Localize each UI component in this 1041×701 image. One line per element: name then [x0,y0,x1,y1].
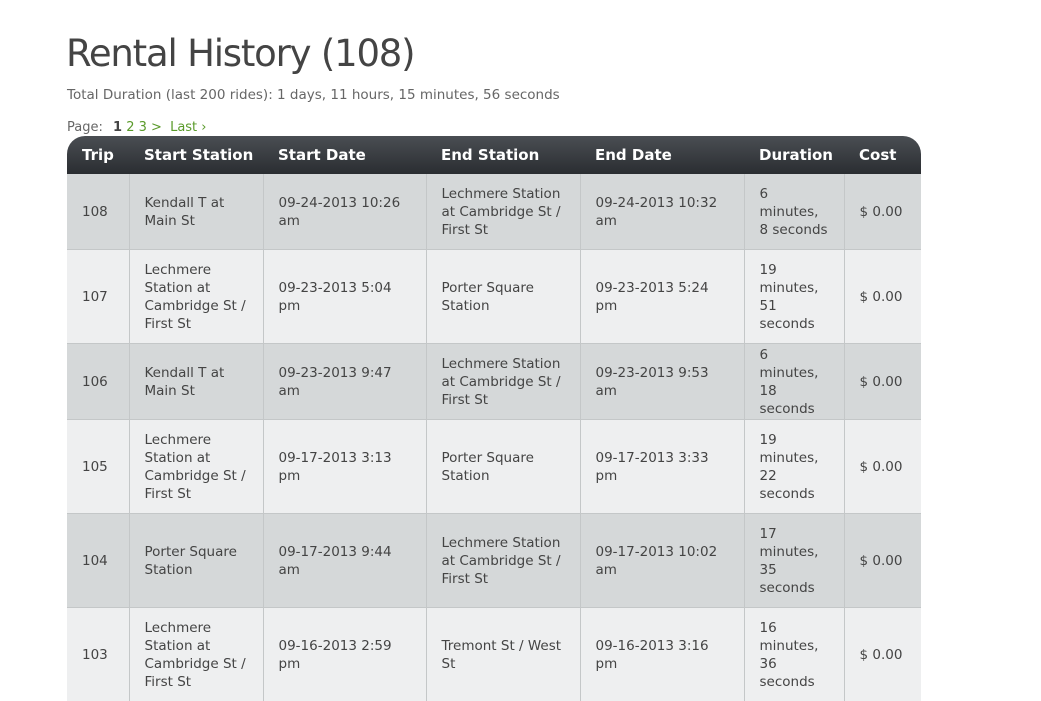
duration-cell: 19 minutes, 51 seconds [743,249,844,344]
duration-cell: 19 minutes, 22 seconds [743,419,844,514]
trip-cell: 105 [67,419,129,514]
start-date-cell: 09-17-2013 3:13 pm [262,419,426,514]
trip-cell: 108 [67,174,129,250]
column-header-trip: Trip [67,136,129,174]
cost-cell: $ 0.00 [843,343,921,420]
start-station-cell: Porter Square Station [128,513,263,608]
end-date-cell: 09-17-2013 3:33 pm [579,419,744,514]
table-row: 103 Lechmere Station at Cambridge St / F… [67,607,921,701]
end-station-cell: Lechmere Station at Cambridge St / First… [425,343,580,420]
column-header-start-date: Start Date [263,136,426,174]
cost-cell: $ 0.00 [843,513,921,608]
pagination-page-3[interactable]: 3 [139,120,147,135]
pagination: Page: 1 2 3 > Last › [67,120,207,135]
rental-history-page: Rental History (108) Total Duration (las… [0,0,1041,701]
end-station-cell: Porter Square Station [425,249,580,344]
start-date-cell: 09-23-2013 5:04 pm [262,249,426,344]
start-station-cell: Kendall T at Main St [128,343,263,420]
end-station-cell: Lechmere Station at Cambridge St / First… [425,513,580,608]
pagination-label: Page: [67,120,103,135]
trip-cell: 103 [67,607,129,701]
start-date-cell: 09-23-2013 9:47 am [262,343,426,420]
start-station-cell: Lechmere Station at Cambridge St / First… [128,607,263,701]
end-date-cell: 09-16-2013 3:16 pm [579,607,744,701]
table-header-row: Trip Start Station Start Date End Statio… [67,136,921,174]
end-station-cell: Lechmere Station at Cambridge St / First… [425,174,580,250]
rental-history-table: Trip Start Station Start Date End Statio… [67,136,921,701]
duration-cell: 16 minutes, 36 seconds [743,607,844,701]
pagination-last[interactable]: Last › [170,120,206,135]
cost-cell: $ 0.00 [843,419,921,514]
start-date-cell: 09-16-2013 2:59 pm [262,607,426,701]
column-header-end-station: End Station [426,136,580,174]
duration-cell: 17 minutes, 35 seconds [743,513,844,608]
pagination-current-page: 1 [113,120,123,135]
end-date-cell: 09-17-2013 10:02 am [579,513,744,608]
trip-cell: 106 [67,343,129,420]
start-date-cell: 09-17-2013 9:44 am [262,513,426,608]
total-duration: Total Duration (last 200 rides): 1 days,… [67,87,560,103]
start-date-cell: 09-24-2013 10:26 am [262,174,426,250]
duration-cell: 6 minutes, 18 seconds [743,343,844,420]
table-row: 108 Kendall T at Main St 09-24-2013 10:2… [67,174,921,250]
table-row: 104 Porter Square Station 09-17-2013 9:4… [67,513,921,608]
trip-cell: 104 [67,513,129,608]
trip-cell: 107 [67,249,129,344]
table-row: 107 Lechmere Station at Cambridge St / F… [67,249,921,344]
duration-cell: 6 minutes, 8 seconds [743,174,844,250]
start-station-cell: Kendall T at Main St [128,174,263,250]
column-header-end-date: End Date [580,136,744,174]
end-station-cell: Tremont St / West St [425,607,580,701]
start-station-cell: Lechmere Station at Cambridge St / First… [128,419,263,514]
column-header-start-station: Start Station [129,136,263,174]
table-row: 105 Lechmere Station at Cambridge St / F… [67,419,921,514]
rental-history-table-container: Trip Start Station Start Date End Statio… [67,136,921,701]
start-station-cell: Lechmere Station at Cambridge St / First… [128,249,263,344]
cost-cell: $ 0.00 [843,174,921,250]
column-header-cost: Cost [844,136,921,174]
page-title: Rental History (108) [66,32,416,75]
end-station-cell: Porter Square Station [425,419,580,514]
column-header-duration: Duration [744,136,844,174]
pagination-page-2[interactable]: 2 [126,120,134,135]
cost-cell: $ 0.00 [843,249,921,344]
end-date-cell: 09-23-2013 9:53 am [579,343,744,420]
cost-cell: $ 0.00 [843,607,921,701]
pagination-next[interactable]: > [151,120,162,135]
table-row: 106 Kendall T at Main St 09-23-2013 9:47… [67,343,921,420]
end-date-cell: 09-24-2013 10:32 am [579,174,744,250]
end-date-cell: 09-23-2013 5:24 pm [579,249,744,344]
